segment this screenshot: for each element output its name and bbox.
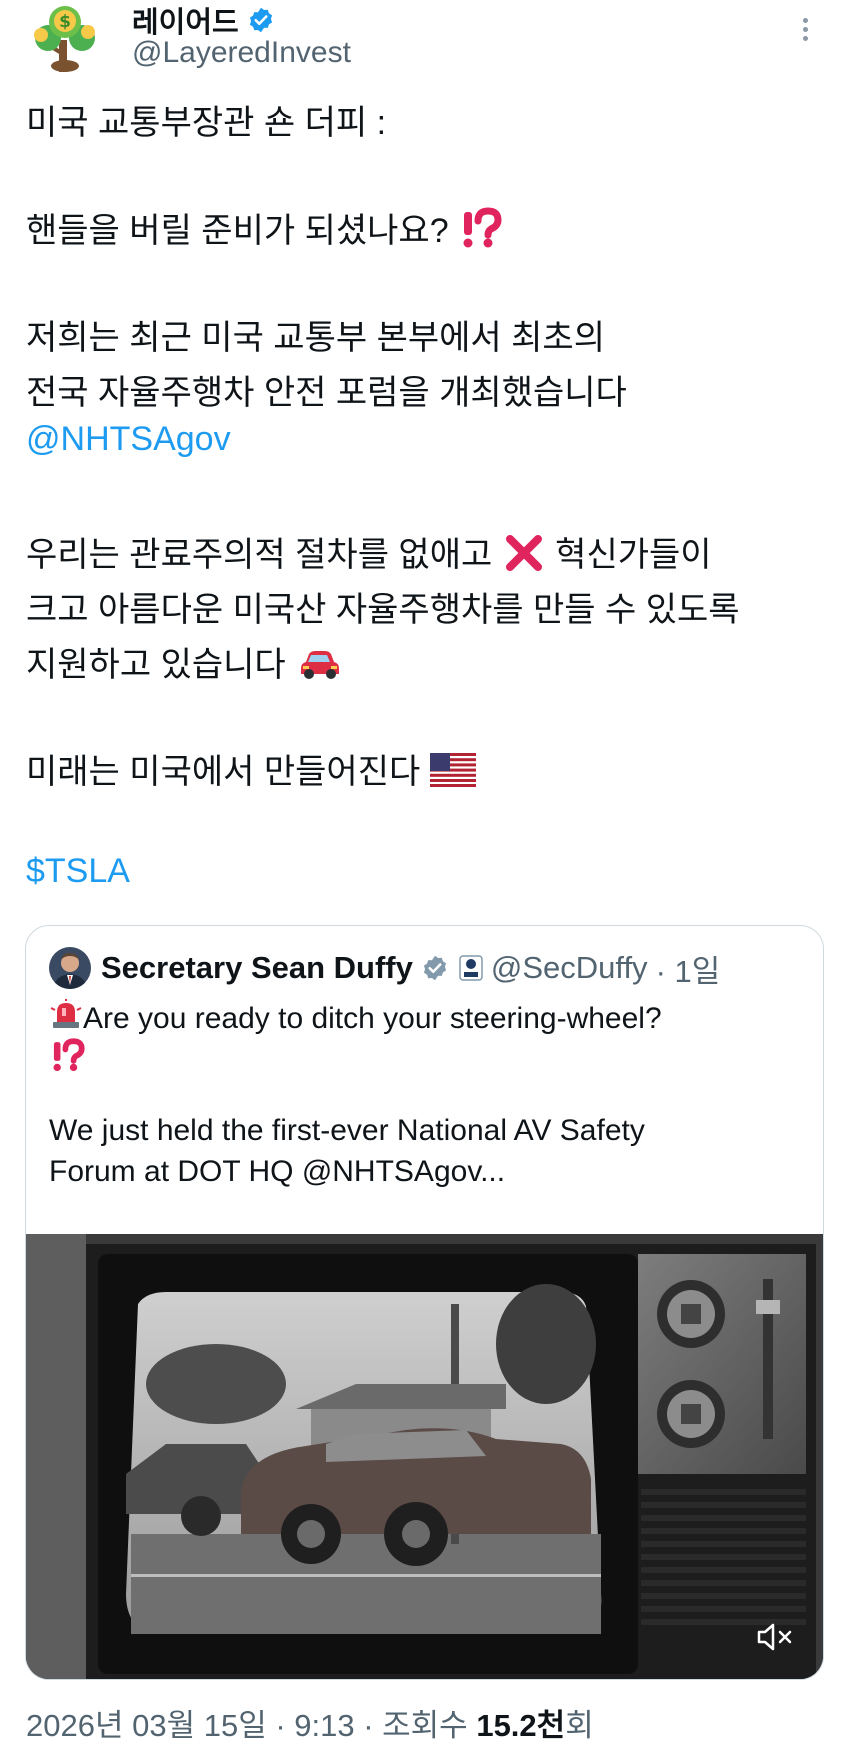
affiliation-badge-icon [459, 955, 483, 981]
quoted-text-line: Forum at DOT HQ @NHTSAgov... [49, 1155, 506, 1188]
quoted-author-avatar[interactable] [49, 947, 91, 989]
quoted-display-name[interactable]: Secretary Sean Duffy [101, 950, 413, 986]
tweet-line-text: 혁신가들이 [555, 536, 712, 574]
author-handle[interactable]: @LayeredInvest [132, 36, 351, 70]
tweet-line: 핸들을 버릴 준비가 되셨나요? [26, 203, 502, 260]
tweet-line: 저희는 최근 미국 교통부 본부에서 최초의 [26, 319, 605, 357]
svg-text:$: $ [59, 12, 71, 32]
quoted-handle[interactable]: @SecDuffy [491, 950, 648, 986]
cashtag-link[interactable]: $TSLA [26, 852, 130, 891]
tweet-date[interactable]: 2026년 03월 15일 · 9:13 · 조회수 [26, 1708, 476, 1743]
police-light-icon [49, 998, 83, 1040]
tweet-line: 전국 자율주행차 안전 포럼을 개최했습니다 [26, 374, 627, 412]
author-display-name[interactable]: 레이어드 [132, 0, 239, 41]
tweet-meta: 2026년 03월 15일 · 9:13 · 조회수 15.2천회 [26, 1700, 594, 1745]
quoted-text-line: We just held the first-ever National AV … [49, 1114, 645, 1147]
tweet-line: 미국 교통부장관 숀 더피 : [26, 104, 387, 142]
us-flag-icon [429, 752, 476, 796]
tweet-line-text: 핸들을 버릴 준비가 되셨나요? [26, 212, 459, 250]
tweet-line-text: 우리는 관료주의적 절차를 없애고 [26, 536, 502, 574]
mention-link[interactable]: @NHTSAgov [26, 420, 231, 459]
quoted-tweet-card[interactable]: Secretary Sean Duffy @SecDuffy · 1일 Are … [25, 925, 824, 1680]
tweet-line-text: 지원하고 있습니다 [26, 646, 296, 684]
view-count-suffix: 회 [565, 1708, 594, 1743]
car-icon [295, 643, 343, 692]
tweet-line: 크고 아름다운 미국산 자율주행차를 만들 수 있도록 [26, 591, 740, 629]
mute-speaker-icon[interactable] [755, 1619, 795, 1655]
author-avatar[interactable]: $ [26, 2, 104, 76]
quoted-tweet-header: Secretary Sean Duffy @SecDuffy · 1일 [49, 946, 720, 990]
gray-verified-badge-icon [421, 954, 449, 982]
tweet-line-text: 미래는 미국에서 만들어진다 [26, 753, 430, 791]
cross-mark-icon [502, 531, 546, 584]
view-count: 15.2천 [476, 1708, 566, 1743]
author-name-row[interactable]: 레이어드 [132, 0, 275, 40]
verified-badge-icon [247, 6, 275, 34]
quoted-timestamp[interactable]: · 1일 [656, 946, 721, 991]
tweet-line: 지원하고 있습니다 [26, 637, 343, 692]
exclamation-question-icon [458, 207, 502, 260]
quoted-text-line: Are you ready to ditch your steering-whe… [49, 998, 662, 1040]
exclamation-question-icon [49, 1038, 85, 1082]
more-options-icon[interactable] [790, 14, 820, 48]
video-player[interactable] [26, 1234, 823, 1679]
tweet-line: 우리는 관료주의적 절차를 없애고 혁신가들이 [26, 527, 712, 584]
quoted-text-line1: Are you ready to ditch your steering-whe… [83, 1002, 662, 1035]
tweet-line: 미래는 미국에서 만들어진다 [26, 744, 476, 796]
